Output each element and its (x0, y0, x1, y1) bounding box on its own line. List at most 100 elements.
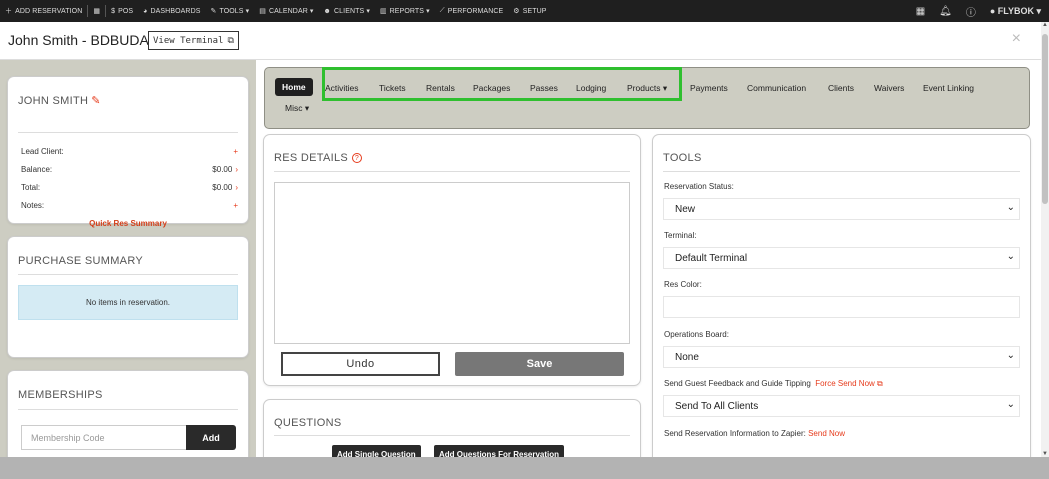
send-now-link[interactable]: Send Now (808, 429, 845, 438)
add-questions-for-reservation-button[interactable]: Add Questions For Reservation (434, 445, 565, 457)
tools-menu[interactable]: ✎ TOOLS ▾ (206, 7, 255, 15)
chart-icon: ⟋ (439, 7, 445, 14)
scrollbar[interactable]: ▲ ▼ (1041, 22, 1049, 457)
reservation-status-value: New (675, 203, 696, 215)
divider (274, 435, 630, 436)
lead-client-label: Lead Client: (21, 147, 64, 156)
guest-feedback-select[interactable]: Send To All Clients ⌄ (663, 395, 1020, 417)
setup-link[interactable]: ⚙ SETUP (508, 7, 551, 16)
tab-rentals[interactable]: Rentals (426, 83, 455, 93)
guest-feedback-label: Send Guest Feedback and Guide Tipping Fo… (664, 379, 883, 389)
chevron-right-icon[interactable]: › (235, 165, 238, 174)
gauge-icon: ◕ (143, 7, 148, 15)
grid-menu-button[interactable]: ▦ (88, 7, 105, 15)
add-reservation-link[interactable]: ＋ ADD RESERVATION (0, 6, 87, 16)
external-link-icon[interactable]: ⧉ (877, 379, 883, 388)
tab-home[interactable]: Home (275, 78, 313, 96)
force-send-now-link[interactable]: Force Send Now (815, 379, 875, 388)
help-icon[interactable]: ⓘ (966, 4, 976, 19)
res-color-input[interactable] (663, 296, 1020, 318)
tab-passes[interactable]: Passes (530, 83, 558, 93)
client-name: JOHN SMITH ✎ (18, 94, 101, 108)
bell-icon[interactable]: 🔔︎ (939, 6, 952, 17)
tab-activities[interactable]: Activities (325, 83, 359, 93)
help-icon[interactable]: ? (352, 153, 363, 163)
operations-board-label: Operations Board: (664, 330, 729, 339)
operations-board-value: None (675, 351, 699, 363)
close-icon[interactable]: × (1012, 30, 1021, 48)
chevron-down-icon: ⌄ (1006, 399, 1015, 410)
page-title: John Smith - BDBUDA (8, 32, 149, 48)
dashboards-label: DASHBOARDS (150, 7, 201, 15)
add-reservation-label: ADD RESERVATION (15, 7, 83, 15)
chevron-right-icon[interactable]: › (235, 183, 238, 192)
res-details-textarea[interactable] (274, 182, 630, 344)
performance-label: PERFORMANCE (447, 7, 504, 15)
total-value: $0.00 (212, 183, 233, 192)
performance-link[interactable]: ⟋ PERFORMANCE (435, 7, 509, 15)
tab-packages[interactable]: Packages (473, 83, 510, 93)
report-icon: ▥ (379, 8, 387, 15)
memberships-card: MEMBERSHIPS Membership Code Add (8, 371, 248, 457)
tab-event-linking[interactable]: Event Linking (923, 83, 974, 93)
add-single-question-button[interactable]: Add Single Question (332, 445, 421, 457)
tab-clients[interactable]: Clients (828, 83, 854, 93)
account-menu[interactable]: ● FLYBOK ▾ (990, 6, 1041, 17)
tab-products[interactable]: Products ▾ (627, 83, 667, 94)
view-terminal-button[interactable]: View Terminal ⧉ (148, 31, 239, 50)
reservation-status-select[interactable]: New ⌄ (663, 198, 1020, 220)
top-navigation-bar: ＋ ADD RESERVATION ▦ $ POS ◕ DASHBOARDS ✎ TOO… (0, 0, 1049, 22)
terminal-value: Default Terminal (675, 252, 748, 264)
terminal-label: Terminal: (664, 231, 697, 240)
reports-menu[interactable]: ▥ REPORTS ▾ (375, 7, 435, 15)
divider (18, 132, 238, 133)
undo-button[interactable]: Undo (281, 352, 440, 376)
tools-label: TOOLS ▾ (219, 8, 250, 15)
dashboards-link[interactable]: ◕ DASHBOARDS (138, 8, 205, 15)
save-button[interactable]: Save (455, 352, 624, 376)
tab-lodging[interactable]: Lodging (576, 83, 606, 93)
tab-payments[interactable]: Payments (690, 83, 728, 93)
empty-state: No items in reservation. (18, 285, 238, 320)
quick-res-summary-link[interactable]: Quick Res Summary (8, 219, 248, 228)
balance-label: Balance: (21, 165, 53, 174)
guest-feedback-text: Send Guest Feedback and Guide Tipping (664, 379, 811, 388)
apps-icon[interactable]: ▦ (916, 6, 925, 17)
external-link-icon: ⧉ (227, 35, 234, 46)
add-lead-client-icon[interactable]: + (233, 147, 238, 156)
divider (274, 171, 630, 172)
scrollbar-thumb[interactable] (1042, 34, 1048, 204)
zapier-text: Send Reservation Information to Zapier: (664, 429, 806, 438)
tab-communication[interactable]: Communication (747, 83, 806, 93)
divider (18, 274, 238, 275)
total-row: Total: $0.00 › (21, 183, 238, 192)
terminal-select[interactable]: Default Terminal ⌄ (663, 247, 1020, 269)
setup-label: SETUP (522, 7, 547, 15)
res-details-label: RES DETAILS (274, 152, 349, 164)
calendar-menu[interactable]: ▤ CALENDAR ▾ (254, 7, 318, 15)
chevron-down-icon: ⌄ (1006, 251, 1015, 262)
pos-link[interactable]: $ POS (106, 8, 138, 15)
notes-label: Notes: (21, 201, 45, 210)
tab-waivers[interactable]: Waivers (874, 83, 904, 93)
tools-card: TOOLS Reservation Status: New ⌄ Terminal… (653, 135, 1030, 457)
add-note-icon[interactable]: + (233, 201, 238, 210)
operations-board-select[interactable]: None ⌄ (663, 346, 1020, 368)
purchase-summary-title: PURCHASE SUMMARY (18, 255, 144, 267)
plus-icon: ＋ (5, 8, 13, 15)
clients-menu[interactable]: ☻ CLIENTS ▾ (319, 7, 375, 16)
questions-title: QUESTIONS (274, 417, 342, 429)
questions-card: QUESTIONS Add Single Question Add Questi… (264, 400, 640, 457)
scroll-up-icon[interactable]: ▲ (1042, 22, 1048, 28)
add-membership-button[interactable]: Add (186, 425, 236, 450)
client-name-label: JOHN SMITH (18, 94, 89, 107)
view-terminal-label: View Terminal (153, 35, 224, 46)
pencil-icon[interactable]: ✎ (91, 94, 101, 107)
membership-code-input[interactable]: Membership Code (21, 425, 187, 450)
total-label: Total: (21, 183, 41, 192)
res-details-title: RES DETAILS ? (274, 152, 363, 164)
tab-tickets[interactable]: Tickets (379, 83, 406, 93)
tab-misc[interactable]: Misc ▾ (285, 103, 309, 114)
reservation-tabs: Home Activities Tickets Rentals Packages… (264, 67, 1030, 129)
modal-body: JOHN SMITH ✎ Lead Client: + Balance: $0.… (0, 60, 1041, 457)
